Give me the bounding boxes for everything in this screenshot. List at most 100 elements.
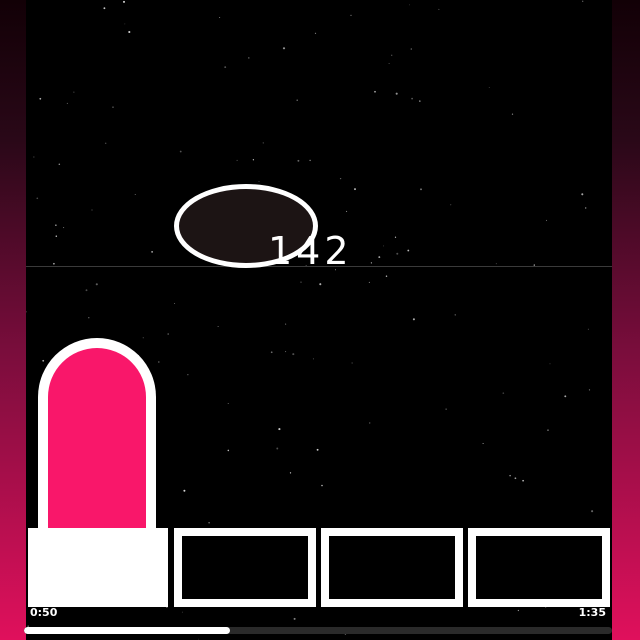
star-dot bbox=[420, 188, 422, 191]
star-dot bbox=[454, 314, 456, 316]
star-dot bbox=[351, 362, 353, 364]
star-dot bbox=[33, 156, 35, 158]
star-dot bbox=[88, 317, 90, 319]
star-dot bbox=[419, 100, 421, 102]
star-dot bbox=[258, 181, 260, 183]
star-dot bbox=[374, 90, 376, 93]
lane-tile-1[interactable] bbox=[28, 528, 168, 607]
star-dot bbox=[103, 7, 106, 10]
star-dot bbox=[104, 142, 107, 145]
star-dot bbox=[297, 159, 300, 162]
star-dot bbox=[179, 150, 182, 153]
star-dot bbox=[411, 97, 413, 100]
star-dot bbox=[309, 159, 311, 162]
star-dot bbox=[511, 113, 514, 115]
star-dot bbox=[248, 57, 250, 59]
left-edge-gradient bbox=[0, 0, 26, 640]
star-dot bbox=[383, 245, 385, 247]
star-dot bbox=[517, 609, 520, 612]
star-dot bbox=[208, 522, 210, 524]
song-progress-bar[interactable] bbox=[24, 627, 612, 634]
star-dot bbox=[407, 249, 410, 252]
star-dot bbox=[262, 142, 264, 144]
star-dot bbox=[495, 263, 497, 265]
star-dot bbox=[252, 159, 255, 161]
star-dot bbox=[370, 262, 372, 264]
star-dot bbox=[584, 207, 587, 209]
star-dot bbox=[112, 106, 114, 108]
star-dot bbox=[502, 392, 505, 394]
star-dot bbox=[128, 30, 131, 34]
star-dot bbox=[289, 472, 292, 474]
star-dot bbox=[91, 209, 93, 211]
lane-tile-2[interactable] bbox=[174, 528, 316, 607]
song-progress-fill bbox=[24, 627, 230, 634]
star-dot bbox=[396, 252, 399, 255]
star-dot bbox=[350, 14, 352, 17]
star-dot bbox=[53, 262, 55, 265]
star-dot bbox=[296, 99, 298, 101]
star-dot bbox=[591, 510, 594, 513]
star-dot bbox=[58, 163, 61, 166]
star-dot bbox=[316, 448, 319, 451]
star-dot bbox=[198, 638, 200, 640]
lane-tile-4[interactable] bbox=[468, 528, 610, 607]
star-dot bbox=[26, 311, 27, 313]
star-dot bbox=[354, 188, 356, 191]
star-dot bbox=[488, 86, 490, 89]
star-dot bbox=[181, 611, 183, 613]
star-dot bbox=[219, 17, 221, 19]
star-dot bbox=[36, 197, 39, 200]
star-dot bbox=[217, 326, 219, 328]
star-dot bbox=[587, 328, 589, 330]
star-dot bbox=[236, 159, 238, 161]
hold-note-pillar[interactable] bbox=[38, 338, 156, 544]
star-dot bbox=[285, 351, 287, 353]
star-dot bbox=[395, 92, 398, 95]
star-dot bbox=[522, 479, 524, 482]
lane-tile-3[interactable] bbox=[321, 528, 463, 607]
star-dot bbox=[292, 353, 295, 356]
star-dot bbox=[183, 489, 186, 492]
star-dot bbox=[227, 449, 230, 452]
star-dot bbox=[157, 361, 160, 363]
score-counter: 142 bbox=[268, 229, 353, 273]
star-dot bbox=[293, 617, 296, 620]
star-dot bbox=[282, 47, 286, 50]
star-dot bbox=[394, 236, 397, 238]
star-dot bbox=[151, 251, 153, 253]
star-dot bbox=[368, 422, 371, 424]
star-dot bbox=[276, 447, 279, 450]
star-dot bbox=[378, 256, 381, 259]
star-dot bbox=[187, 374, 189, 376]
star-dot bbox=[134, 194, 136, 196]
star-dot bbox=[55, 235, 58, 237]
star-dot bbox=[42, 359, 45, 362]
star-dot bbox=[300, 281, 302, 283]
star-dot bbox=[588, 389, 591, 391]
star-dot bbox=[391, 54, 393, 56]
star-dot bbox=[450, 204, 452, 206]
star-dot bbox=[346, 210, 348, 212]
star-dot bbox=[278, 428, 281, 431]
star-dot bbox=[385, 275, 388, 277]
star-dot bbox=[581, 193, 584, 196]
star-dot bbox=[123, 0, 125, 3]
right-edge-gradient bbox=[612, 0, 640, 640]
star-dot bbox=[547, 429, 549, 431]
star-dot bbox=[55, 224, 57, 226]
game-stage: 142 0:50 1:35 bbox=[0, 0, 640, 640]
star-dot bbox=[445, 408, 447, 410]
star-dot bbox=[270, 351, 273, 354]
star-dot bbox=[285, 323, 287, 325]
star-dot bbox=[319, 283, 322, 286]
star-dot bbox=[339, 177, 342, 180]
star-dot bbox=[314, 32, 317, 34]
star-dot bbox=[124, 23, 126, 25]
star-dot bbox=[412, 318, 415, 321]
star-dot bbox=[73, 91, 75, 93]
star-dot bbox=[174, 302, 176, 304]
star-dot bbox=[409, 4, 410, 6]
star-dot bbox=[85, 289, 88, 292]
star-dot bbox=[39, 97, 42, 100]
